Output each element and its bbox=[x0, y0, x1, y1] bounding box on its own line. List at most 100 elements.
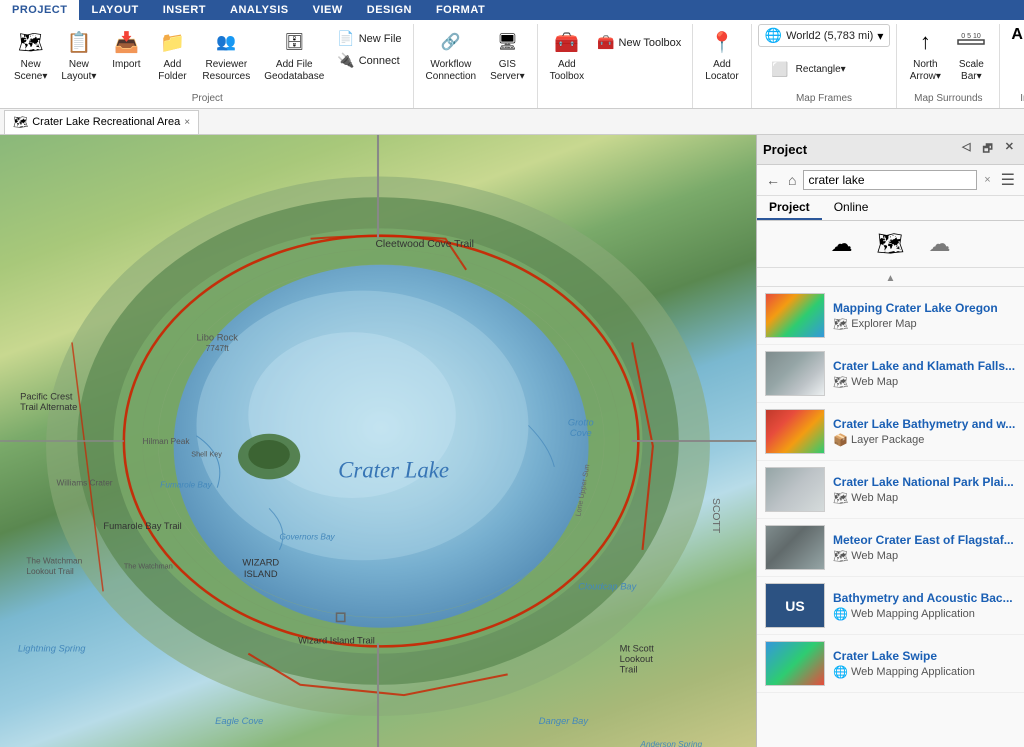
search-home-button[interactable]: ⌂ bbox=[785, 171, 799, 189]
map-background: Crater Lake Cleetwood Cove Trail WIZARD … bbox=[0, 135, 756, 747]
north-arrow-button[interactable]: ↑ NorthArrow▾ bbox=[903, 24, 947, 85]
tab-layout[interactable]: LAYOUT bbox=[79, 0, 150, 20]
result-item-3[interactable]: Crater Lake Bathymetry and w... 📦 Layer … bbox=[757, 403, 1024, 461]
add-toolbox-icon: 🧰 bbox=[551, 26, 583, 58]
result-item-1[interactable]: Mapping Crater Lake Oregon 🗺 Explorer Ma… bbox=[757, 287, 1024, 345]
svg-text:Grotto: Grotto bbox=[568, 417, 594, 427]
svg-text:Libo Rock: Libo Rock bbox=[196, 332, 238, 342]
result-info-6: Bathymetry and Acoustic Bac... 🌐 Web Map… bbox=[833, 591, 1016, 621]
workflow-label: WorkflowConnection bbox=[426, 59, 477, 83]
add-folder-icon: 📁 bbox=[156, 26, 188, 58]
search-menu-button[interactable]: ☰ bbox=[998, 169, 1018, 191]
new-file-icon: 📄 bbox=[337, 30, 354, 47]
new-scene-button[interactable]: 🗺 NewScene▾ bbox=[8, 24, 53, 85]
svg-text:Wizard Island Trail: Wizard Island Trail bbox=[298, 635, 375, 645]
locator-items: 📍 AddLocator bbox=[699, 24, 744, 102]
new-scene-icon: 🗺 bbox=[15, 26, 47, 58]
rectangle-button[interactable]: ⬜ Rectangle▾ bbox=[758, 51, 852, 87]
map-viewport[interactable]: Crater Lake Cleetwood Cove Trail WIZARD … bbox=[0, 135, 756, 747]
globe-icon: 🌐 bbox=[765, 27, 782, 44]
panel-tab-project[interactable]: Project bbox=[757, 196, 822, 220]
search-back-button[interactable]: ← bbox=[763, 171, 783, 189]
result-info-4: Crater Lake National Park Plai... 🗺 Web … bbox=[833, 475, 1016, 505]
filter-layer-button[interactable]: ☁ bbox=[920, 227, 958, 261]
svg-text:Lookout: Lookout bbox=[620, 654, 654, 664]
reviewer-resources-button[interactable]: 👥 ReviewerResources bbox=[196, 24, 256, 85]
result-type-icon-6: 🌐 bbox=[833, 607, 848, 621]
filter-all-button[interactable]: ☁ bbox=[823, 227, 861, 261]
ribbon-group-map-surrounds: ↑ NorthArrow▾ 0 5 10 ScaleBar▾ Map Surro… bbox=[897, 24, 1000, 108]
tab-project[interactable]: PROJECT bbox=[0, 0, 79, 20]
result-item-7[interactable]: Crater Lake Swipe 🌐 Web Mapping Applicat… bbox=[757, 635, 1024, 693]
search-input[interactable] bbox=[803, 170, 977, 190]
world2-dropdown[interactable]: 🌐 World2 (5,783 mi) ▾ bbox=[758, 24, 891, 47]
scale-bar-button[interactable]: 0 5 10 ScaleBar▾ bbox=[949, 24, 993, 85]
usgs-logo-text: US bbox=[785, 598, 804, 614]
tab-design[interactable]: DESIGN bbox=[355, 0, 424, 20]
rectangle-icon: ⬜ bbox=[764, 53, 796, 85]
svg-text:The Watchman: The Watchman bbox=[124, 562, 173, 571]
add-folder-button[interactable]: 📁 AddFolder bbox=[150, 24, 194, 85]
result-item-5[interactable]: Meteor Crater East of Flagstaf... 🗺 Web … bbox=[757, 519, 1024, 577]
result-title-2: Crater Lake and Klamath Falls... bbox=[833, 359, 1016, 373]
panel-title: Project bbox=[763, 142, 807, 157]
north-arrow-label: NorthArrow▾ bbox=[910, 59, 941, 83]
new-layout-icon: 📋 bbox=[63, 26, 95, 58]
dropdown-arrow: ▾ bbox=[877, 29, 883, 43]
result-type-2: 🗺 Web Map bbox=[833, 375, 1016, 389]
search-clear-button[interactable]: × bbox=[981, 173, 993, 187]
map-svg-overlay: Crater Lake Cleetwood Cove Trail WIZARD … bbox=[0, 135, 756, 747]
point-text-button[interactable]: A Point Text bbox=[1006, 24, 1024, 46]
new-toolbox-button[interactable]: 🧰 New Toolbox bbox=[592, 32, 686, 53]
tab-analysis[interactable]: ANALYSIS bbox=[218, 0, 301, 20]
panel-auto-hide-button[interactable]: ◁ bbox=[958, 139, 974, 160]
filter-map-button[interactable]: 🗺 bbox=[869, 227, 913, 261]
svg-text:Pacific Crest: Pacific Crest bbox=[20, 392, 73, 402]
point-text-icon: A bbox=[1011, 26, 1023, 44]
filter-collapse[interactable]: ▲ bbox=[757, 268, 1024, 287]
result-type-label-4: Web Map bbox=[851, 492, 898, 504]
tab-format[interactable]: FORMAT bbox=[424, 0, 497, 20]
result-type-label-3: Layer Package bbox=[851, 434, 924, 446]
result-item-6[interactable]: US Bathymetry and Acoustic Bac... 🌐 Web … bbox=[757, 577, 1024, 635]
workflow-connection-button[interactable]: 🔗 WorkflowConnection bbox=[420, 24, 483, 85]
new-layout-button[interactable]: 📋 NewLayout▾ bbox=[55, 24, 102, 85]
result-type-icon-3: 📦 bbox=[833, 433, 848, 447]
filter-layer-icon: ☁ bbox=[928, 231, 950, 257]
result-thumb-3 bbox=[765, 409, 825, 454]
tab-view[interactable]: VIEW bbox=[301, 0, 355, 20]
svg-text:7747ft: 7747ft bbox=[206, 343, 230, 353]
map-icon: 🗺 bbox=[13, 115, 28, 129]
svg-text:The Watchman: The Watchman bbox=[26, 555, 82, 565]
result-type-4: 🗺 Web Map bbox=[833, 491, 1016, 505]
ribbon-group-project-items: 🗺 NewScene▾ 📋 NewLayout▾ 📥 Import 📁 AddF… bbox=[8, 24, 407, 91]
new-file-label: New File bbox=[359, 33, 402, 45]
svg-text:Cloudcap Bay: Cloudcap Bay bbox=[578, 581, 637, 591]
svg-text:Fumarole Bay Trail: Fumarole Bay Trail bbox=[103, 521, 181, 531]
connect-button[interactable]: 🔌 Connect bbox=[332, 50, 406, 71]
panel-restore-button[interactable]: 🗗 bbox=[978, 139, 996, 160]
panel-tab-online[interactable]: Online bbox=[822, 196, 881, 220]
svg-text:Shell Key: Shell Key bbox=[191, 450, 222, 459]
geodatabase-label: Add FileGeodatabase bbox=[264, 59, 324, 83]
add-locator-button[interactable]: 📍 AddLocator bbox=[699, 24, 744, 85]
map-tab-close[interactable]: × bbox=[184, 117, 190, 128]
connect-label: Connect bbox=[359, 55, 400, 67]
new-layout-label: NewLayout▾ bbox=[61, 59, 96, 83]
add-toolbox-button[interactable]: 🧰 AddToolbox bbox=[544, 24, 590, 85]
new-toolbox-label: New Toolbox bbox=[619, 37, 682, 49]
panel-close-button[interactable]: ✕ bbox=[1001, 139, 1018, 160]
import-button[interactable]: 📥 Import bbox=[104, 24, 148, 73]
result-item-4[interactable]: Crater Lake National Park Plai... 🗺 Web … bbox=[757, 461, 1024, 519]
add-locator-label: AddLocator bbox=[705, 59, 738, 83]
tab-insert[interactable]: INSERT bbox=[151, 0, 218, 20]
result-item-2[interactable]: Crater Lake and Klamath Falls... 🗺 Web M… bbox=[757, 345, 1024, 403]
result-type-icon-2: 🗺 bbox=[833, 375, 848, 389]
new-file-button[interactable]: 📄 New File bbox=[332, 28, 406, 49]
map-tab-crater-lake[interactable]: 🗺 Crater Lake Recreational Area × bbox=[4, 110, 199, 134]
panel-titlebar-buttons: ◁ 🗗 ✕ bbox=[958, 139, 1018, 160]
add-file-geodatabase-button[interactable]: 🗄 Add FileGeodatabase bbox=[258, 24, 330, 85]
gis-server-button[interactable]: 🖥 GISServer▾ bbox=[484, 24, 530, 85]
svg-text:Mt Scott: Mt Scott bbox=[620, 644, 655, 654]
gis-server-icon: 🖥 bbox=[491, 26, 523, 58]
